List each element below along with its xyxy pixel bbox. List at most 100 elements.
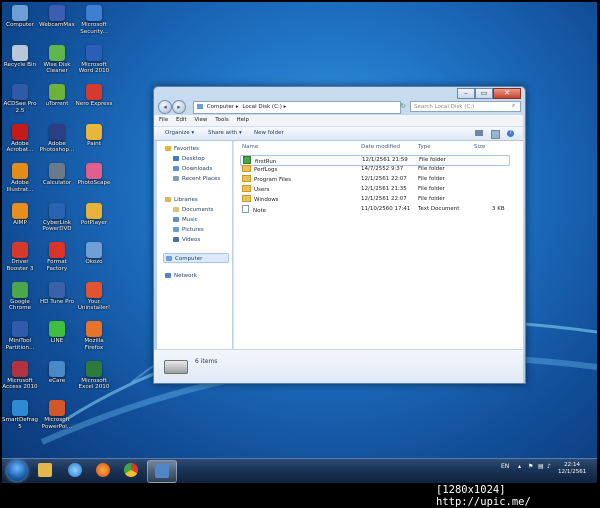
- desktop-icon-item[interactable]: Okozo: [74, 242, 114, 266]
- desktop-icon-item[interactable]: eCare: [37, 360, 77, 385]
- desktop-icon-item[interactable]: Paint: [74, 123, 114, 148]
- menu-edit[interactable]: Edit: [176, 117, 187, 123]
- desktop-icon-item[interactable]: uTorrent: [37, 84, 77, 108]
- column-header-size[interactable]: Size: [474, 144, 485, 150]
- nav-libraries[interactable]: Libraries: [165, 197, 198, 203]
- network-icon[interactable]: ▤: [538, 463, 544, 470]
- flag-icon[interactable]: ⚑: [528, 463, 533, 470]
- desktop-icon-item[interactable]: Adobe Acrobat...: [2, 123, 40, 154]
- desktop-icon-item[interactable]: Your Uninstaller!: [74, 281, 114, 312]
- taskbar-chrome[interactable]: [117, 460, 145, 481]
- taskbar-explorer[interactable]: [31, 460, 59, 481]
- desktop-icon-item[interactable]: HD Tune Pro: [37, 281, 77, 306]
- nav-network[interactable]: Network: [165, 273, 197, 279]
- help-icon[interactable]: ?: [507, 130, 514, 137]
- minimize-button[interactable]: –: [457, 88, 475, 99]
- nav-computer[interactable]: Computer: [163, 253, 229, 263]
- desktop-icon-item[interactable]: Microsoft Access 2010: [2, 360, 40, 391]
- refresh-button[interactable]: ↻: [398, 101, 408, 112]
- organize-button[interactable]: Organize ▾: [165, 127, 194, 140]
- desktop-icon-item[interactable]: LINE: [37, 321, 77, 345]
- desktop-icon-item[interactable]: Driver Booster 3: [2, 242, 40, 272]
- desktop-icon-item[interactable]: Microsoft Word 2010: [74, 44, 114, 75]
- column-header-name[interactable]: Name: [242, 144, 258, 150]
- file-row[interactable]: Windows 12/1/2561 22:07 File folder: [240, 195, 508, 204]
- file-date: 11/10/2560 17:41: [361, 206, 411, 212]
- start-button[interactable]: [7, 461, 27, 481]
- forward-button[interactable]: ▸: [172, 100, 186, 114]
- tray-arrow-icon[interactable]: ▴: [518, 463, 521, 470]
- app-icon: [49, 360, 65, 377]
- desktop-icon-item[interactable]: AIMP: [2, 202, 40, 227]
- desktop-icon-item[interactable]: Adobe Illustrat...: [2, 163, 40, 193]
- desktop-icon-item[interactable]: Mozilla Firefox: [74, 321, 114, 351]
- file-date: 12/1/2561 22:07: [361, 176, 407, 182]
- app-icon: [86, 5, 102, 21]
- file-row[interactable]: Note 11/10/2560 17:41 Text Document 3 KB: [240, 205, 508, 214]
- desktop-icon-item[interactable]: Computer: [2, 5, 40, 29]
- menu-help[interactable]: Help: [237, 117, 250, 123]
- nav-music[interactable]: Music: [173, 217, 198, 223]
- desktop-icon-item[interactable]: Microsoft PowerPoi...: [37, 400, 77, 430]
- app-icon: [86, 321, 102, 337]
- nav-documents[interactable]: Documents: [173, 207, 213, 213]
- desktop-icon-item[interactable]: SmartDefrag 5: [2, 400, 40, 430]
- nav-downloads[interactable]: Downloads: [173, 166, 212, 172]
- clock[interactable]: 22:14 12/1/2561: [558, 462, 586, 476]
- new-folder-button[interactable]: New folder: [254, 127, 284, 140]
- nav-desktop[interactable]: Desktop: [173, 156, 205, 162]
- desktop-icon-label: PotPlayer: [80, 219, 108, 226]
- desktop-icon-item[interactable]: Microsoft Security...: [74, 5, 114, 35]
- app-icon: [12, 202, 28, 219]
- menu-tools[interactable]: Tools: [215, 117, 229, 123]
- desktop-icon-item[interactable]: Calculator: [37, 163, 77, 187]
- desktop-icon-item[interactable]: Adobe Photoshop...: [37, 123, 77, 154]
- address-bar[interactable]: Computer ▸ Local Disk (C:) ▸: [193, 101, 401, 114]
- nav-favorites[interactable]: Favorites: [165, 146, 199, 152]
- taskbar-firefox[interactable]: [89, 460, 117, 481]
- desktop-icon-item[interactable]: Nero Express: [74, 84, 114, 108]
- search-input[interactable]: Search Local Disk (C:): [410, 101, 521, 112]
- nav-videos[interactable]: Videos: [173, 237, 200, 243]
- desktop-icon-item[interactable]: WebcamMax: [37, 5, 77, 29]
- nav-recent-places[interactable]: Recent Places: [173, 176, 220, 182]
- nav-label: Desktop: [182, 156, 205, 162]
- desktop-icon-item[interactable]: Google Chrome: [2, 281, 40, 312]
- desktop-icon-item[interactable]: CyberLink PowerDVD: [37, 202, 77, 233]
- nav-pictures[interactable]: Pictures: [173, 227, 204, 233]
- menu-file[interactable]: File: [159, 117, 168, 123]
- file-date: 12/1/2561 21:59: [362, 157, 408, 163]
- column-header-type[interactable]: Type: [418, 144, 431, 150]
- maximize-button[interactable]: ▭: [475, 88, 493, 99]
- preview-pane-icon[interactable]: [491, 130, 500, 139]
- share-with-button[interactable]: Share with ▾: [208, 127, 242, 140]
- app-icon: [12, 321, 28, 337]
- desktop-icon-item[interactable]: PhotoScape: [74, 163, 114, 187]
- close-button[interactable]: ✕: [493, 88, 521, 99]
- desktop-icon-item[interactable]: Recycle Bin: [2, 44, 40, 69]
- desktop-icon-item[interactable]: PotPlayer: [74, 202, 114, 227]
- breadcrumb-computer[interactable]: Computer: [207, 104, 234, 110]
- desktop-icon-item[interactable]: MiniTool Partition...: [2, 321, 40, 351]
- desktop-icon-item[interactable]: Format Factory: [37, 242, 77, 272]
- column-header-date[interactable]: Date modified: [361, 144, 400, 150]
- taskbar-active-explorer[interactable]: [147, 460, 177, 483]
- breadcrumb-local-disk[interactable]: Local Disk (C:): [242, 104, 282, 110]
- desktop-icon-item[interactable]: Microsoft Excel 2010: [74, 360, 114, 391]
- menu-view[interactable]: View: [194, 117, 207, 123]
- volume-icon[interactable]: ♪: [547, 463, 551, 470]
- language-indicator[interactable]: EN: [501, 463, 509, 470]
- view-options-icon[interactable]: [475, 130, 483, 136]
- file-row[interactable]: PerfLogs 14/7/2552 9:37 File folder: [240, 165, 508, 174]
- explorer-window: – ▭ ✕ ◂ ▸ Computer ▸ Local Disk (C:) ▸ ↻…: [153, 86, 526, 384]
- file-date: 12/1/2561 21:35: [361, 186, 407, 192]
- file-row[interactable]: Program Files 12/1/2561 22:07 File folder: [240, 175, 508, 184]
- taskbar: EN ▴ ⚑ ▤ ♪ 22:14 12/1/2561: [2, 458, 597, 483]
- back-button[interactable]: ◂: [158, 100, 172, 114]
- taskbar-ie[interactable]: [61, 460, 89, 481]
- file-row[interactable]: Users 12/1/2561 21:35 File folder: [240, 185, 508, 194]
- desktop-icon-label: Computer: [6, 22, 34, 28]
- desktop-icon-item[interactable]: ACDSee Pro 2.5: [2, 84, 40, 114]
- app-icon: [49, 202, 65, 219]
- desktop-icon-item[interactable]: Wise Disk Cleaner: [37, 44, 77, 75]
